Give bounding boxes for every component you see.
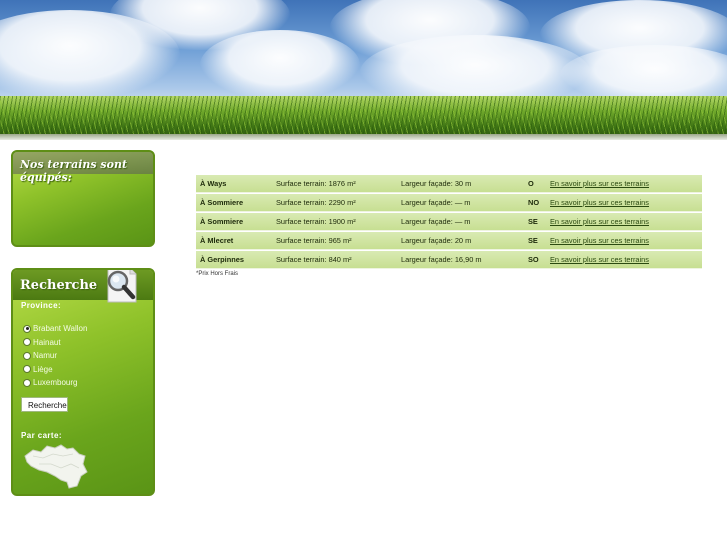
table-row: À Sommiere Surface terrain: 2290 m² Larg… xyxy=(196,194,702,212)
map-label: Par carte: xyxy=(21,431,62,440)
facade-width: Largeur façade: — m xyxy=(401,198,471,207)
more-info-link[interactable]: En savoir plus sur ces terrains xyxy=(550,213,649,230)
orientation: SE xyxy=(528,236,538,245)
province-list: Brabant Wallon Hainaut Namur Liège Luxem… xyxy=(23,322,87,390)
orientation: O xyxy=(528,179,534,188)
town: À Gerpinnes xyxy=(200,255,244,264)
facade-width: Largeur façade: 20 m xyxy=(401,236,472,245)
more-info-link[interactable]: En savoir plus sur ces terrains xyxy=(550,175,649,192)
search-button[interactable]: Recherche xyxy=(21,397,68,412)
more-info-link[interactable]: En savoir plus sur ces terrains xyxy=(550,232,649,249)
province-option-brabant-wallon[interactable]: Brabant Wallon xyxy=(23,322,87,336)
orientation: SE xyxy=(528,217,538,226)
province-option-namur[interactable]: Namur xyxy=(23,349,87,363)
radio-icon[interactable] xyxy=(23,378,31,387)
equipped-title: Nos terrains sont équipés: xyxy=(20,158,128,184)
radio-icon[interactable] xyxy=(23,351,31,360)
header-banner xyxy=(0,0,727,140)
more-info-link[interactable]: En savoir plus sur ces terrains xyxy=(550,251,649,268)
radio-checked-icon[interactable] xyxy=(23,324,31,333)
table-row: À Ways Surface terrain: 1876 m² Largeur … xyxy=(196,175,702,193)
search-box: Recherche Province: Brabant Wallon Haina… xyxy=(11,268,155,496)
facade-width: Largeur façade: 16,90 m xyxy=(401,255,482,264)
equipped-box: Nos terrains sont équipés: xyxy=(11,150,155,247)
orientation: SO xyxy=(528,255,539,264)
table-row: À Mlecret Surface terrain: 965 m² Largeu… xyxy=(196,232,702,250)
province-option-luxembourg[interactable]: Luxembourg xyxy=(23,376,87,390)
table-row: À Sommiere Surface terrain: 1900 m² Larg… xyxy=(196,213,702,231)
more-info-link[interactable]: En savoir plus sur ces terrains xyxy=(550,194,649,211)
province-label-text: Namur xyxy=(33,351,58,361)
table-row: À Gerpinnes Surface terrain: 840 m² Larg… xyxy=(196,251,702,269)
radio-icon[interactable] xyxy=(23,365,31,374)
province-label-text: Luxembourg xyxy=(33,378,78,388)
surface: Surface terrain: 1876 m² xyxy=(276,179,356,188)
terrain-listing: À Ways Surface terrain: 1876 m² Largeur … xyxy=(196,175,702,270)
town: À Sommiere xyxy=(200,217,244,226)
surface: Surface terrain: 1900 m² xyxy=(276,217,356,226)
province-option-liege[interactable]: Liège xyxy=(23,363,87,377)
surface: Surface terrain: 965 m² xyxy=(276,236,352,245)
surface: Surface terrain: 2290 m² xyxy=(276,198,356,207)
province-label-text: Brabant Wallon xyxy=(33,324,88,334)
town: À Sommiere xyxy=(200,198,244,207)
facade-width: Largeur façade: 30 m xyxy=(401,179,472,188)
search-title: Recherche xyxy=(20,278,98,293)
facade-width: Largeur façade: — m xyxy=(401,217,471,226)
province-label-text: Hainaut xyxy=(33,337,61,347)
surface: Surface terrain: 840 m² xyxy=(276,255,352,264)
province-label: Province: xyxy=(21,301,62,310)
belgium-map-icon[interactable] xyxy=(23,442,89,490)
province-label-text: Liège xyxy=(33,364,53,374)
town: À Mlecret xyxy=(200,236,234,245)
orientation: NO xyxy=(528,198,540,207)
radio-icon[interactable] xyxy=(23,338,31,347)
price-note: *Prix Hors Frais xyxy=(196,271,239,277)
magnifier-icon xyxy=(107,270,137,303)
province-option-hainaut[interactable]: Hainaut xyxy=(23,336,87,350)
town: À Ways xyxy=(200,179,227,188)
